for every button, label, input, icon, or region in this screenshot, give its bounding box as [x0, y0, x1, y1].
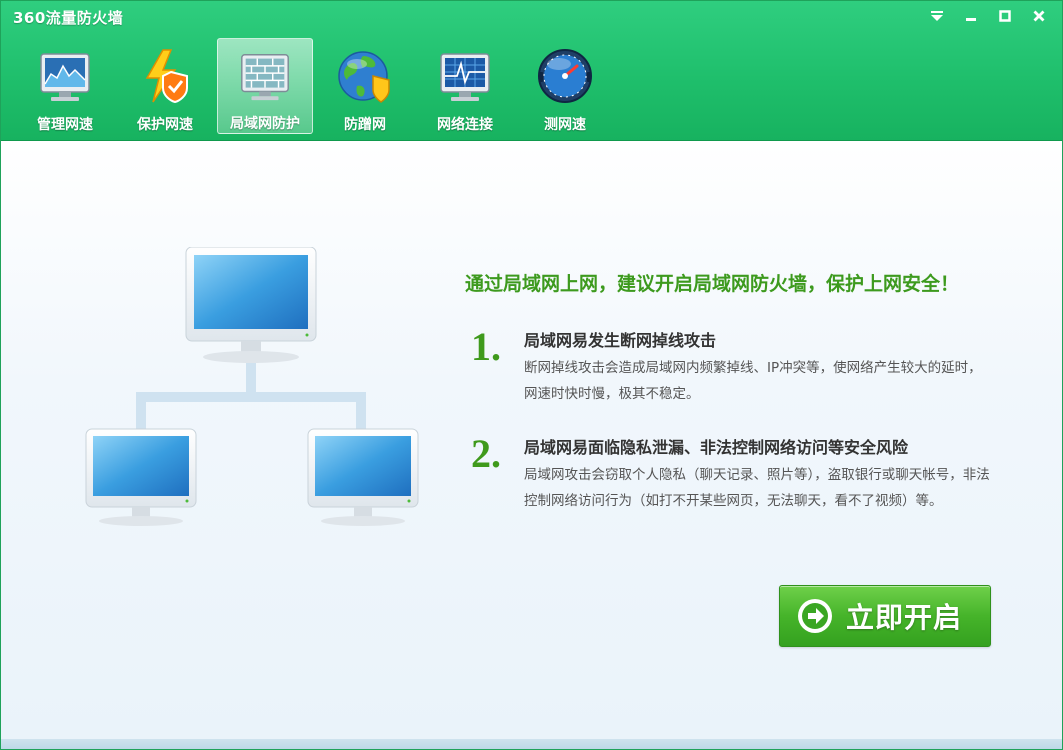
arrow-circle-right-icon: [798, 599, 832, 633]
globe-shield-icon: [338, 51, 390, 103]
start-now-button[interactable]: 立即开启: [779, 585, 991, 647]
tool-label: 测网速: [544, 117, 586, 133]
tool-protect-speed[interactable]: 保护网速: [117, 38, 213, 134]
tool-network-connection[interactable]: 网络连接: [417, 38, 513, 134]
tool-label: 局域网防护: [230, 116, 300, 132]
window-controls: [922, 5, 1054, 27]
risk-item-title: 局域网易发生断网掉线攻击: [524, 331, 717, 350]
header-bar: 360流量防火墙 管理网速 保护网速 局域网防护 防蹭网 网络连接 测网速: [1, 1, 1062, 141]
lightning-shield-icon: [145, 49, 188, 104]
main-toolbar: 管理网速 保护网速 局域网防护 防蹭网 网络连接 测网速: [17, 38, 617, 134]
network-monitor-icon: [440, 53, 490, 101]
brick-wall-icon: [241, 54, 289, 101]
bottom-bar: [1, 739, 1062, 749]
minimize-icon[interactable]: [956, 5, 986, 27]
risk-item-title: 局域网易面临隐私泄漏、非法控制网络访问等安全风险: [524, 438, 909, 457]
tool-speed-test[interactable]: 测网速: [517, 38, 613, 134]
tool-label: 防蹭网: [344, 117, 386, 133]
risk-item-number: 2.: [471, 431, 501, 476]
speedometer-icon: [538, 49, 592, 103]
tool-anti-leech[interactable]: 防蹭网: [317, 38, 413, 134]
app-title: 360流量防火墙: [13, 9, 124, 27]
start-now-label: 立即开启: [846, 601, 963, 634]
dropdown-triangle-icon[interactable]: [922, 5, 952, 27]
tool-manage-speed[interactable]: 管理网速: [17, 38, 113, 134]
risk-item-description: 局域网攻击会窃取个人隐私（聊天记录、照片等），盗取银行或聊天帐号，非法控制网络访…: [524, 467, 990, 509]
tool-label: 网络连接: [437, 117, 493, 133]
monitor-chart-icon: [40, 53, 90, 101]
tool-label: 管理网速: [37, 117, 93, 133]
close-icon[interactable]: [1024, 5, 1054, 27]
tool-label: 保护网速: [137, 117, 193, 133]
firewall-window: 360流量防火墙 管理网速 保护网速 局域网防护 防蹭网 网络连接 测网速 通过…: [0, 0, 1063, 750]
risk-item-number: 1.: [471, 324, 501, 369]
tool-lan-protection[interactable]: 局域网防护: [217, 38, 313, 134]
headline: 通过局域网上网，建议开启局域网防火墙，保护上网安全！: [465, 273, 960, 295]
risk-item-description: 断网掉线攻击会造成局域网内频繁掉线、IP冲突等，使网络产生较大的延时，网速时快时…: [524, 360, 982, 402]
lan-network-illustration: [85, 247, 419, 526]
maximize-icon[interactable]: [990, 5, 1020, 27]
